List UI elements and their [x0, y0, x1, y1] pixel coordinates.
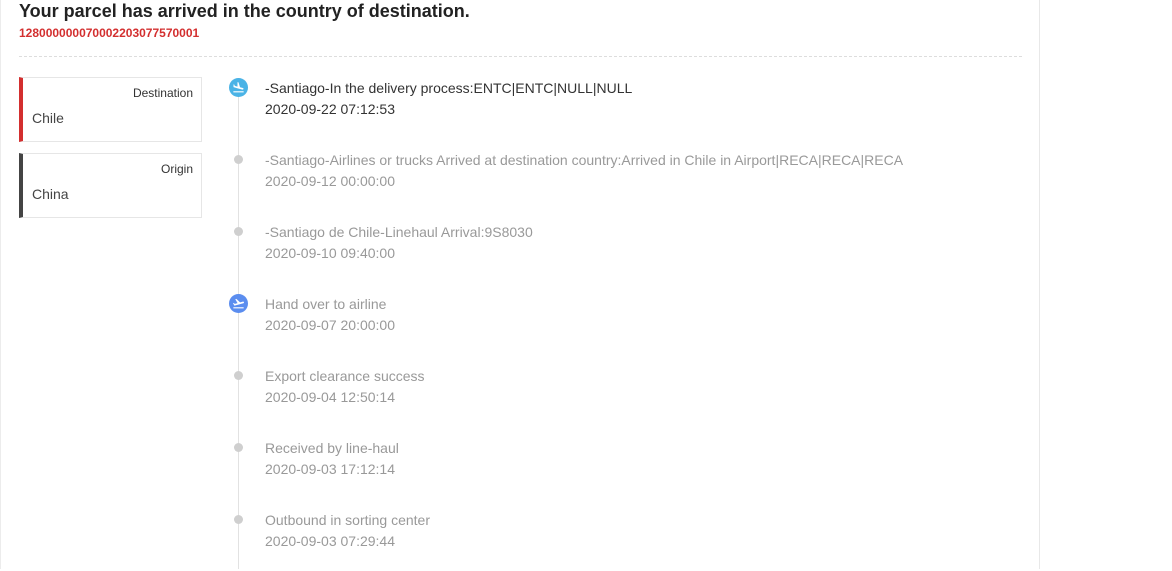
event-description: -Santiago-In the delivery process:ENTC|E… [265, 80, 633, 96]
dot-icon [234, 515, 243, 524]
event-description: Outbound in sorting center [265, 512, 430, 528]
dot-icon [234, 155, 243, 164]
event-time: 2020-09-04 12:50:14 [265, 389, 395, 405]
timeline-event: Export clearance success 2020-09-04 12:5… [229, 367, 1009, 427]
event-time: 2020-09-22 07:12:53 [265, 101, 395, 117]
event-time: 2020-09-07 20:00:00 [265, 317, 395, 333]
destination-card: Destination Chile [19, 77, 202, 142]
plane-landing-icon [229, 78, 248, 97]
origin-label: Origin [160, 162, 193, 176]
event-time: 2020-09-03 07:29:44 [265, 533, 395, 549]
destination-label: Destination [132, 86, 193, 100]
timeline-event: Received by line-haul 2020-09-03 17:12:1… [229, 439, 1009, 499]
event-time: 2020-09-10 09:40:00 [265, 245, 395, 261]
destination-value: Chile [32, 110, 64, 126]
timeline-event: Outbound in sorting center 2020-09-03 07… [229, 511, 1009, 571]
tracking-panel: Your parcel has arrived in the country o… [0, 0, 1040, 569]
event-time: 2020-09-12 00:00:00 [265, 173, 395, 189]
event-description: -Santiago-Airlines or trucks Arrived at … [265, 152, 904, 168]
dot-icon [234, 371, 243, 380]
dot-icon [234, 443, 243, 452]
dot-icon [234, 227, 243, 236]
timeline-event: -Santiago de Chile-Linehaul Arrival:9S80… [229, 223, 1009, 283]
origin-card: Origin China [19, 153, 202, 218]
event-time: 2020-09-03 17:12:14 [265, 461, 395, 477]
timeline-event: Hand over to airline 2020-09-07 20:00:00 [229, 294, 1009, 355]
divider [19, 56, 1022, 57]
event-description: Hand over to airline [265, 296, 387, 312]
event-description: Received by line-haul [265, 440, 399, 456]
status-title: Your parcel has arrived in the country o… [19, 1, 470, 21]
timeline-event: -Santiago-Airlines or trucks Arrived at … [229, 151, 1009, 211]
tracking-number: 128000000070002203077570001 [19, 26, 200, 40]
timeline-event: -Santiago-In the delivery process:ENTC|E… [229, 78, 1009, 139]
event-description: Export clearance success [265, 368, 425, 384]
event-description: -Santiago de Chile-Linehaul Arrival:9S80… [265, 224, 533, 240]
origin-value: China [32, 186, 69, 202]
plane-takeoff-icon [229, 294, 248, 313]
